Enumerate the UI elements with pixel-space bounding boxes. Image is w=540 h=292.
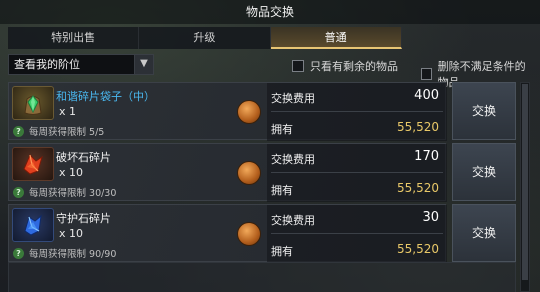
only-remaining-label: 只看有剩余的物品: [310, 60, 398, 73]
cost-label: 交换费用: [271, 153, 315, 166]
owned-value: 55,520: [397, 120, 439, 134]
weekly-limit: ? 每周获得限制 30/30: [13, 185, 116, 199]
list-item: 守护石碎片 x 10 ? 每周获得限制 90/90 交换费用 30 拥有 55,…: [8, 204, 516, 263]
only-remaining-checkbox[interactable]: 只看有剩余的物品: [292, 58, 398, 74]
orange-coin-icon: [237, 222, 261, 246]
scrollbar[interactable]: [520, 82, 530, 292]
item-name: 和谐碎片袋子（中）: [56, 90, 155, 103]
owned-label: 拥有: [271, 123, 293, 136]
item-name: 破坏石碎片: [56, 151, 111, 164]
question-mark-icon[interactable]: ?: [13, 186, 24, 198]
item-name: 守护石碎片: [56, 212, 111, 225]
cost-label: 交换费用: [271, 92, 315, 105]
divider: [271, 111, 443, 112]
item-list: 和谐碎片袋子（中） x 1 ? 每周获得限制 5/5 交换费用 400 拥有 5…: [8, 82, 516, 292]
question-mark-icon[interactable]: ?: [13, 125, 24, 137]
item-quantity: x 1: [59, 105, 77, 118]
cost-panel: 交换费用 170 拥有 55,520: [267, 144, 447, 202]
item-card: 破坏石碎片 x 10 ? 每周获得限制 30/30 交换费用 170 拥有 55…: [8, 143, 447, 202]
divider: [271, 172, 443, 173]
green-gem-pouch-icon: [12, 86, 54, 120]
tab-upgrade[interactable]: 升级: [139, 27, 271, 49]
question-mark-icon[interactable]: ?: [13, 247, 24, 259]
chevron-down-icon[interactable]: ▼: [134, 55, 153, 74]
cost-panel: 交换费用 400 拥有 55,520: [267, 83, 447, 141]
cost-panel: 交换费用 30 拥有 55,520: [267, 205, 447, 263]
cost-value: 30: [422, 210, 439, 225]
checkbox-box[interactable]: [421, 68, 432, 80]
owned-value: 55,520: [397, 181, 439, 195]
scrollbar-thumb[interactable]: [522, 84, 528, 280]
exchange-button[interactable]: 交换: [452, 82, 516, 140]
tab-bar: 特别出售 升级 普通: [8, 27, 532, 49]
cost-label: 交换费用: [271, 214, 315, 227]
rank-select-value: 查看我的阶位: [14, 58, 80, 71]
red-crystal-shard-icon: [12, 147, 54, 181]
cost-value: 400: [414, 88, 439, 103]
orange-coin-icon: [237, 161, 261, 185]
owned-value: 55,520: [397, 242, 439, 256]
weekly-limit-text: 每周获得限制 90/90: [29, 249, 117, 260]
orange-coin-icon: [237, 100, 261, 124]
owned-label: 拥有: [271, 245, 293, 258]
item-quantity: x 10: [59, 166, 84, 179]
weekly-limit: ? 每周获得限制 90/90: [13, 246, 116, 260]
weekly-limit-text: 每周获得限制 5/5: [29, 127, 105, 138]
exchange-button[interactable]: 交换: [452, 143, 516, 201]
exchange-button[interactable]: 交换: [452, 204, 516, 262]
owned-label: 拥有: [271, 184, 293, 197]
checkbox-box[interactable]: [292, 60, 304, 72]
list-item-partial: [8, 262, 516, 292]
filter-row: 查看我的阶位 ▼ 只看有剩余的物品 删除不满足条件的物品: [8, 54, 532, 89]
item-card: 和谐碎片袋子（中） x 1 ? 每周获得限制 5/5 交换费用 400 拥有 5…: [8, 82, 447, 141]
tab-empty: [402, 27, 532, 49]
tab-special-sale[interactable]: 特别出售: [8, 27, 140, 49]
rank-select[interactable]: 查看我的阶位 ▼: [8, 54, 154, 75]
list-item: 和谐碎片袋子（中） x 1 ? 每周获得限制 5/5 交换费用 400 拥有 5…: [8, 82, 516, 141]
item-card: 守护石碎片 x 10 ? 每周获得限制 90/90 交换费用 30 拥有 55,…: [8, 204, 447, 263]
list-item: 破坏石碎片 x 10 ? 每周获得限制 30/30 交换费用 170 拥有 55…: [8, 143, 516, 202]
item-quantity: x 10: [59, 227, 84, 240]
tab-normal[interactable]: 普通: [270, 27, 402, 49]
divider: [271, 233, 443, 234]
weekly-limit-text: 每周获得限制 30/30: [29, 188, 117, 199]
window-title: 物品交换: [0, 0, 540, 24]
cost-value: 170: [414, 149, 439, 164]
blue-crystal-shard-icon: [12, 208, 54, 242]
weekly-limit: ? 每周获得限制 5/5: [13, 124, 104, 138]
